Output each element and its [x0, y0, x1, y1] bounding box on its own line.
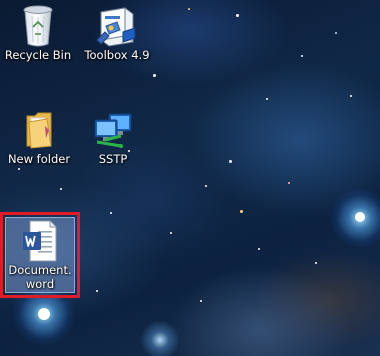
star — [288, 182, 290, 184]
star-flare — [140, 320, 180, 356]
star — [110, 212, 112, 214]
word-document-icon — [23, 220, 57, 262]
desktop-icon-content: Document.word — [3, 219, 77, 291]
desktop-icon-label: Recycle Bin — [4, 48, 72, 62]
recycle-bin-icon — [23, 5, 53, 47]
star — [301, 55, 303, 57]
desktop-icon-label: SSTP — [98, 152, 128, 166]
desktop-icon-toolbox[interactable]: Toolbox 4.9 — [78, 4, 156, 70]
star — [153, 74, 156, 77]
star — [240, 210, 243, 213]
star — [335, 32, 337, 34]
star — [236, 14, 239, 17]
desktop-icon-new-folder[interactable]: New folder — [2, 108, 76, 174]
desktop-icon-recycle-bin[interactable]: Recycle Bin — [2, 4, 74, 70]
star-flare-core — [38, 308, 50, 320]
star — [200, 300, 202, 302]
folder-icon — [26, 112, 52, 149]
desktop-icon-document-word[interactable]: Document.word — [0, 212, 80, 298]
star — [188, 8, 190, 10]
desktop-background[interactable]: Recycle Bin Toolbox 4.9 New folder SSTP … — [0, 0, 380, 356]
star — [350, 95, 352, 97]
star — [205, 185, 207, 187]
star — [266, 98, 268, 100]
star — [170, 232, 172, 234]
toolbox-icon — [96, 7, 136, 47]
star — [258, 248, 260, 250]
star — [229, 160, 232, 163]
star — [96, 290, 98, 292]
desktop-icon-label: Document.word — [8, 263, 72, 291]
network-connection-icon — [94, 113, 132, 148]
desktop-icon-label: New folder — [7, 152, 71, 166]
desktop-icon-label: Toolbox 4.9 — [84, 48, 150, 62]
star — [60, 188, 62, 190]
desktop-icon-sstp[interactable]: SSTP — [78, 108, 148, 174]
star — [315, 262, 317, 264]
star-flare-core — [355, 212, 365, 222]
